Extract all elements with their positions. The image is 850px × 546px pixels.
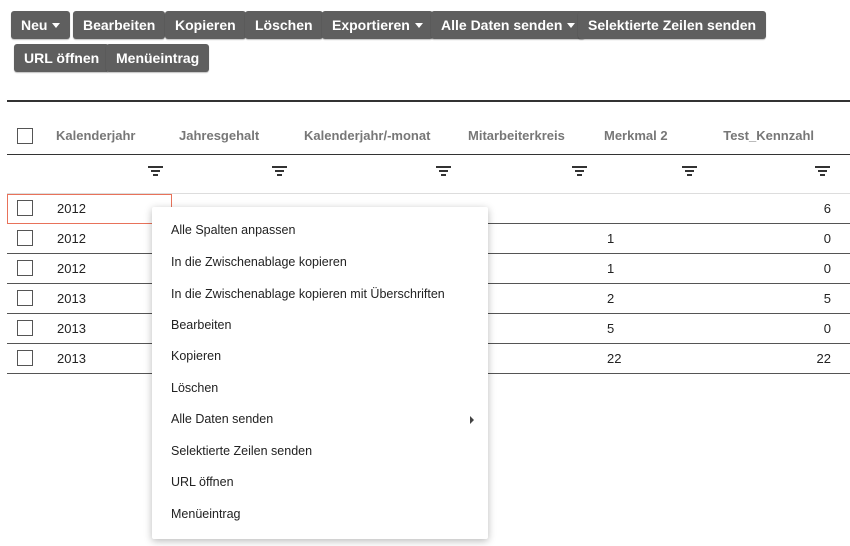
grid-top-border <box>7 100 850 102</box>
cell-kalenderjahr: 2013 <box>57 321 86 336</box>
send-selected-rows-button[interactable]: Selektierte Zeilen senden <box>578 11 767 39</box>
send-selected-rows-button-label: Selektierte Zeilen senden <box>588 17 757 33</box>
cell-test-kennzahl: 0 <box>823 321 831 336</box>
menu-item-copy-to-clipboard[interactable]: In die Zwischenablage kopieren <box>171 255 347 269</box>
menu-item-send-selected-rows[interactable]: Selektierte Zeilen senden <box>171 444 312 458</box>
filter-icon[interactable] <box>148 166 163 177</box>
delete-button[interactable]: Löschen <box>245 11 323 39</box>
copy-button-label: Kopieren <box>175 17 236 33</box>
column-header-kalenderjahr[interactable]: Kalenderjahr <box>56 128 135 143</box>
header-divider <box>7 154 850 155</box>
menu-item-delete[interactable]: Löschen <box>171 381 218 395</box>
chevron-down-icon <box>567 22 576 28</box>
cell-merkmal-2: 2 <box>607 291 615 306</box>
menu-item-copy[interactable]: Kopieren <box>171 349 221 363</box>
cell-test-kennzahl: 5 <box>823 291 831 306</box>
menu-item-copy-to-clipboard-with-headers[interactable]: In die Zwischenablage kopieren mit Übers… <box>171 287 445 301</box>
cell-kalenderjahr: 2012 <box>57 201 86 216</box>
cell-test-kennzahl: 0 <box>823 231 831 246</box>
open-url-button-label: URL öffnen <box>24 50 100 66</box>
filter-icon[interactable] <box>272 166 287 177</box>
chevron-down-icon <box>52 22 61 28</box>
row-checkbox[interactable] <box>17 350 33 366</box>
column-header-mitarbeiterkreis[interactable]: Mitarbeiterkreis <box>468 128 565 143</box>
row-checkbox[interactable] <box>17 260 33 276</box>
menu-item-send-all-data[interactable]: Alle Daten senden <box>171 412 273 426</box>
chevron-down-icon <box>414 22 423 28</box>
send-all-data-button[interactable]: Alle Daten senden <box>431 11 586 39</box>
filter-icon[interactable] <box>682 166 697 177</box>
new-button-label: Neu <box>21 17 48 33</box>
filter-icon[interactable] <box>436 166 451 177</box>
cell-merkmal-2: 22 <box>607 351 622 366</box>
menu-item-fit-all-columns[interactable]: Alle Spalten anpassen <box>171 223 295 237</box>
menu-item-open-url[interactable]: URL öffnen <box>171 475 234 489</box>
edit-button-label: Bearbeiten <box>83 17 156 33</box>
export-button[interactable]: Exportieren <box>322 11 433 39</box>
export-button-label: Exportieren <box>332 17 410 33</box>
menu-item-menu-entry[interactable]: Menüeintrag <box>171 507 241 521</box>
menu-entry-button[interactable]: Menüeintrag <box>106 44 210 72</box>
menu-item-edit[interactable]: Bearbeiten <box>171 318 231 332</box>
row-checkbox[interactable] <box>17 200 33 216</box>
cell-merkmal-2: 5 <box>607 321 615 336</box>
row-checkbox[interactable] <box>17 320 33 336</box>
chevron-right-icon <box>470 416 474 424</box>
new-button[interactable]: Neu <box>11 11 71 39</box>
filter-icon[interactable] <box>815 166 830 177</box>
cell-test-kennzahl: 0 <box>823 261 831 276</box>
cell-test-kennzahl: 22 <box>816 351 831 366</box>
column-header-merkmal-2[interactable]: Merkmal 2 <box>604 128 668 143</box>
cell-kalenderjahr: 2012 <box>57 261 86 276</box>
cell-kalenderjahr: 2013 <box>57 291 86 306</box>
select-all-checkbox[interactable] <box>17 128 33 144</box>
cell-test-kennzahl: 6 <box>823 201 831 216</box>
cell-kalenderjahr: 2013 <box>57 351 86 366</box>
column-header-kalenderjahr-monat[interactable]: Kalenderjahr/-monat <box>304 128 430 143</box>
send-all-data-button-label: Alle Daten senden <box>441 17 563 33</box>
menu-entry-button-label: Menüeintrag <box>116 50 200 66</box>
open-url-button[interactable]: URL öffnen <box>14 44 110 72</box>
cell-merkmal-2: 1 <box>607 261 615 276</box>
column-header-jahresgehalt[interactable]: Jahresgehalt <box>179 128 259 143</box>
filter-icon[interactable] <box>572 166 587 177</box>
delete-button-label: Löschen <box>255 17 313 33</box>
cell-kalenderjahr: 2012 <box>57 231 86 246</box>
column-header-test-kennzahl[interactable]: Test_Kennzahl <box>707 128 814 143</box>
edit-button[interactable]: Bearbeiten <box>73 11 166 39</box>
cell-merkmal-2: 1 <box>607 231 615 246</box>
copy-button[interactable]: Kopieren <box>165 11 246 39</box>
context-menu: Alle Spalten anpassen In die Zwischenabl… <box>152 207 488 539</box>
row-checkbox[interactable] <box>17 230 33 246</box>
row-checkbox[interactable] <box>17 290 33 306</box>
